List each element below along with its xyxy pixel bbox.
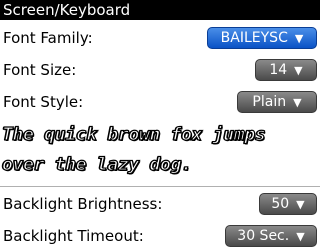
backlight-brightness-dropdown[interactable]: 50 ▼ <box>259 193 317 215</box>
screen-title: Screen/Keyboard <box>0 0 320 20</box>
font-size-dropdown[interactable]: 14 ▼ <box>255 59 317 81</box>
backlight-timeout-label: Backlight Timeout: <box>3 227 144 245</box>
chevron-down-icon: ▼ <box>293 95 302 109</box>
chevron-down-icon: ▼ <box>296 197 305 211</box>
backlight-brightness-value: 50 <box>271 196 290 212</box>
backlight-timeout-row: Backlight Timeout: 30 Sec. ▼ <box>0 220 320 252</box>
backlight-timeout-dropdown[interactable]: 30 Sec. ▼ <box>225 225 317 247</box>
font-size-value: 14 <box>269 62 288 78</box>
preview-line-2: over the lazy dog. <box>1 153 192 175</box>
font-preview: The quick brown fox jumps over the lazy … <box>0 120 320 186</box>
font-style-label: Font Style: <box>3 93 84 111</box>
font-style-row: Font Style: Plain ▼ <box>0 86 320 118</box>
font-size-row: Font Size: 14 ▼ <box>0 54 320 86</box>
preview-line-1: The quick brown fox jumps <box>1 123 266 145</box>
font-family-row: Font Family: BAILEYSC ▼ <box>0 22 320 54</box>
font-size-label: Font Size: <box>3 61 77 79</box>
font-family-dropdown[interactable]: BAILEYSC ▼ <box>207 27 317 49</box>
font-style-value: Plain <box>252 94 287 110</box>
chevron-down-icon: ▼ <box>294 63 303 77</box>
backlight-brightness-row: Backlight Brightness: 50 ▼ <box>0 188 320 220</box>
font-family-value: BAILEYSC <box>220 30 288 46</box>
backlight-timeout-value: 30 Sec. <box>237 228 290 244</box>
font-style-dropdown[interactable]: Plain ▼ <box>237 91 317 113</box>
backlight-brightness-label: Backlight Brightness: <box>3 195 163 213</box>
chevron-down-icon: ▼ <box>296 229 305 243</box>
font-family-label: Font Family: <box>3 29 93 47</box>
divider <box>0 186 320 187</box>
chevron-down-icon: ▼ <box>294 31 304 45</box>
